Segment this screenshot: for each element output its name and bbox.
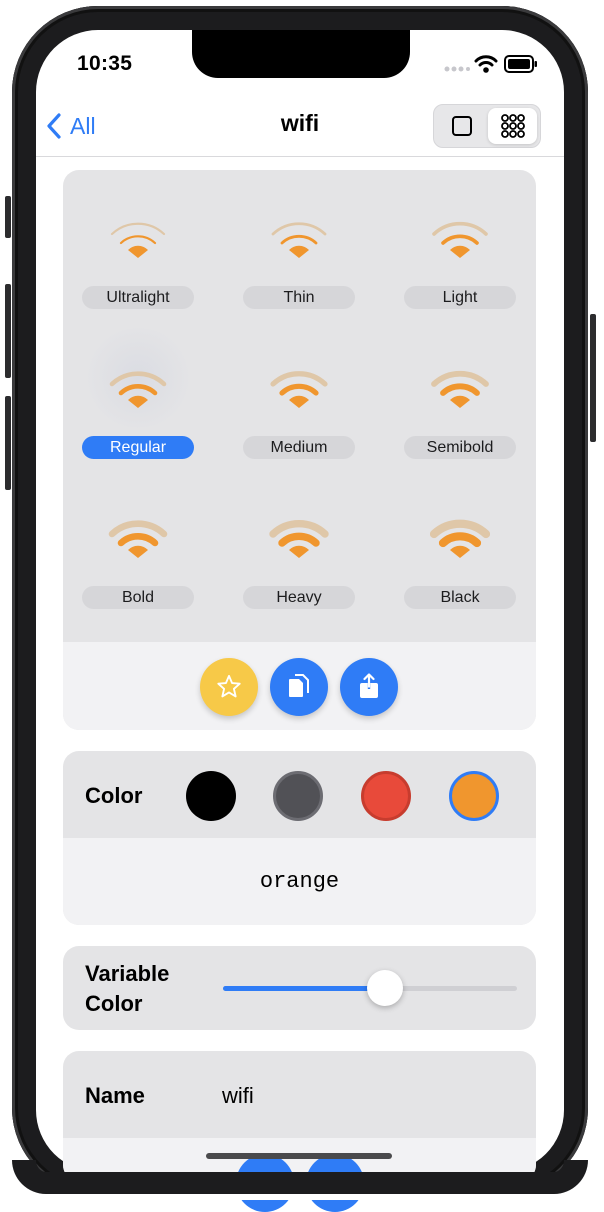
share-icon xyxy=(360,673,378,698)
back-label: All xyxy=(70,112,96,139)
weight-option-heavy[interactable]: Heavy xyxy=(241,482,357,632)
weight-label: Semibold xyxy=(404,436,516,459)
wifi-symbol-icon xyxy=(431,370,489,408)
swatch-orange-selected[interactable] xyxy=(449,771,499,821)
weight-label: Regular xyxy=(82,436,194,459)
square-icon xyxy=(451,116,472,136)
home-indicator xyxy=(206,1153,392,1159)
slider-fill xyxy=(223,986,385,991)
weight-option-medium[interactable]: Medium xyxy=(241,332,357,482)
weight-label: Heavy xyxy=(243,586,355,609)
wifi-symbol-icon xyxy=(269,520,329,558)
color-heading: Color xyxy=(85,783,143,808)
power-button xyxy=(590,314,596,442)
weight-label: Medium xyxy=(243,436,355,459)
grid-icon xyxy=(500,114,525,138)
favorite-button[interactable] xyxy=(200,658,258,716)
view-mode-toggle xyxy=(433,104,541,148)
status-time: 10:35 xyxy=(77,52,133,75)
variable-color-heading-line2: Color xyxy=(85,991,143,1016)
volume-down-button xyxy=(5,396,11,490)
copy-button[interactable] xyxy=(270,658,328,716)
single-view-button[interactable] xyxy=(437,108,486,144)
wifi-symbol-icon xyxy=(430,519,490,558)
variable-color-heading: Variable Color xyxy=(85,959,169,1019)
symbol-name-value: wifi xyxy=(222,1083,254,1108)
wifi-status-icon xyxy=(474,54,498,79)
slider-thumb[interactable] xyxy=(366,970,403,1006)
weight-option-bold[interactable]: Bold xyxy=(80,482,196,632)
variable-color-card: Variable Color xyxy=(63,946,536,1030)
swatch-black[interactable] xyxy=(186,771,236,821)
wifi-symbol-icon xyxy=(270,371,328,408)
weight-option-regular[interactable]: Regular xyxy=(80,328,196,482)
swatch-red[interactable] xyxy=(361,771,411,821)
weight-label: Black xyxy=(404,586,516,609)
share-button[interactable] xyxy=(340,658,398,716)
copy-icon xyxy=(289,674,309,697)
variable-color-heading-line1: Variable xyxy=(85,961,170,986)
wifi-symbol-icon xyxy=(110,222,166,258)
weight-option-light[interactable]: Light xyxy=(402,182,518,332)
grid-view-button[interactable] xyxy=(488,108,537,144)
notch xyxy=(192,30,410,78)
weight-option-ultralight[interactable]: Ultralight xyxy=(80,182,196,332)
weight-option-thin[interactable]: Thin xyxy=(241,182,357,332)
selected-color-name: orange xyxy=(259,869,340,894)
wifi-symbol-icon xyxy=(109,371,167,408)
weight-label: Light xyxy=(404,286,516,309)
cellular-signal-icon xyxy=(444,60,470,78)
name-heading: Name xyxy=(85,1083,145,1108)
page-title: wifi xyxy=(280,110,320,136)
volume-up-button xyxy=(5,284,11,378)
star-icon xyxy=(217,674,241,698)
variable-color-slider[interactable] xyxy=(223,970,517,1006)
weight-option-black[interactable]: Black xyxy=(402,482,518,632)
phone-frame-bottom xyxy=(12,1160,588,1194)
wifi-symbol-icon xyxy=(432,221,488,258)
swatch-gray[interactable] xyxy=(273,771,323,821)
battery-icon xyxy=(504,55,538,78)
weight-option-semibold[interactable]: Semibold xyxy=(402,332,518,482)
nav-divider xyxy=(36,156,564,157)
weight-label: Bold xyxy=(82,586,194,609)
wifi-symbol-icon xyxy=(108,520,168,558)
weight-label: Ultralight xyxy=(82,286,194,309)
wifi-symbol-icon xyxy=(271,222,327,258)
color-name-panel: orange xyxy=(63,838,536,925)
mute-switch xyxy=(5,196,11,238)
weight-label: Thin xyxy=(243,286,355,309)
chevron-left-icon xyxy=(47,113,61,139)
back-button[interactable]: All xyxy=(46,108,96,144)
color-card: Color orange xyxy=(63,751,536,925)
